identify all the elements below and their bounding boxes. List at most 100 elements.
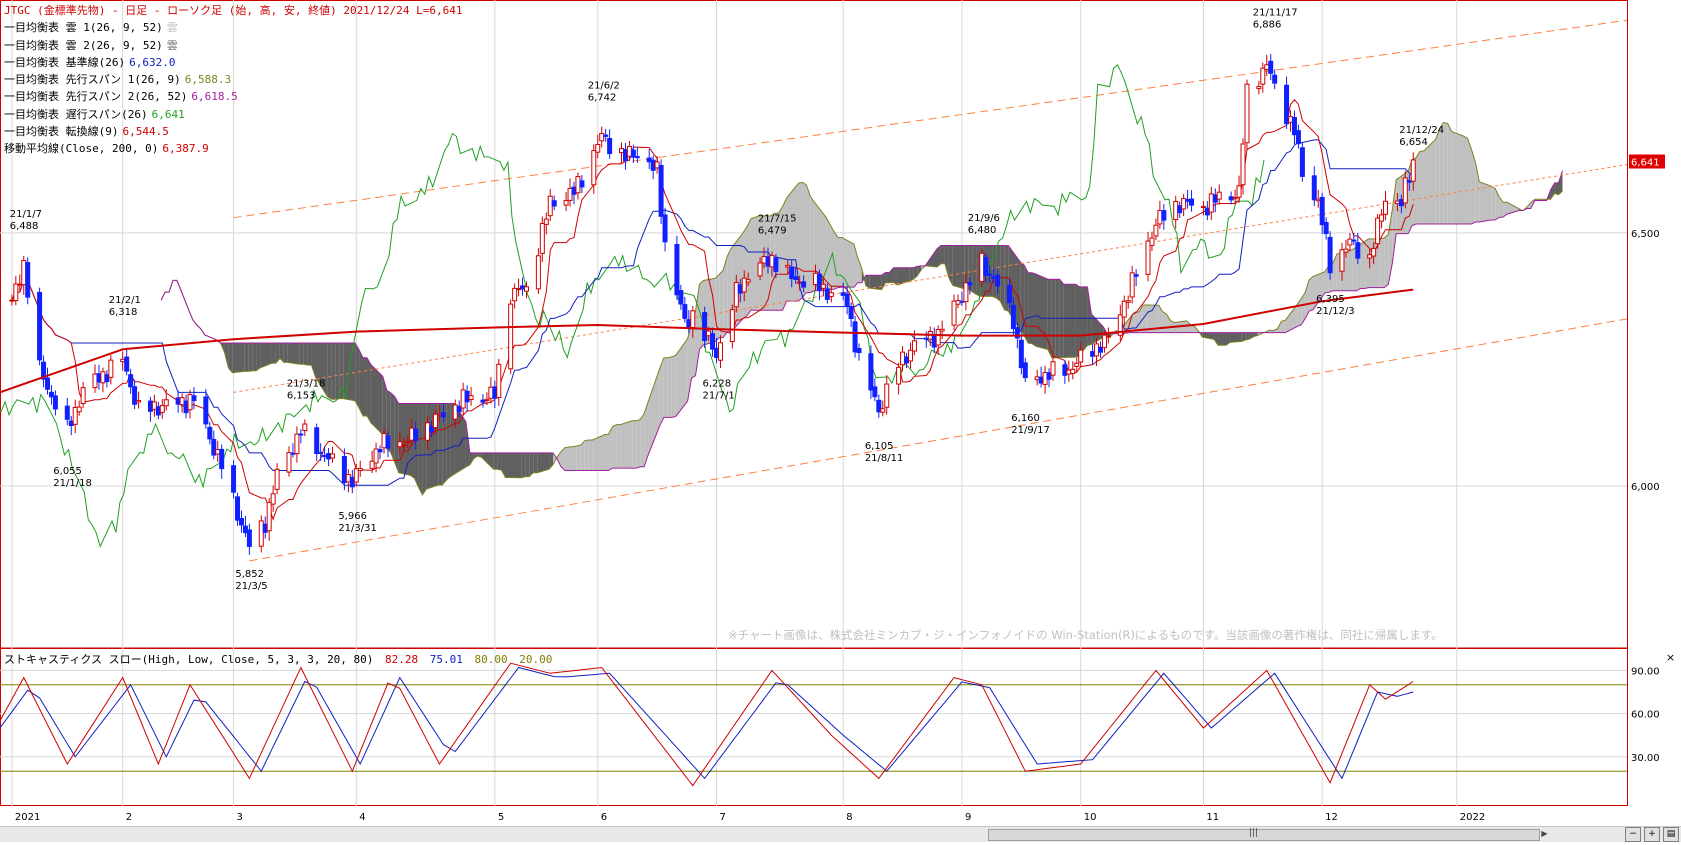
candle-down xyxy=(773,257,779,272)
ichimoku-cloud-segment xyxy=(584,439,589,471)
zoom-in-icon[interactable]: + xyxy=(1644,827,1660,842)
candle-down xyxy=(25,262,31,298)
candle-up xyxy=(745,279,751,283)
zoom-fit-icon[interactable]: ▤ xyxy=(1663,827,1679,842)
ichimoku-cloud-segment xyxy=(1035,274,1048,350)
candle-down xyxy=(710,333,716,350)
candle-down xyxy=(571,186,577,195)
close-subchart-icon[interactable]: × xyxy=(1665,652,1676,663)
candle-up xyxy=(733,282,739,308)
candle-up xyxy=(215,449,221,455)
x-tick-label: 2021 xyxy=(15,812,40,823)
ichimoku-cloud-segment xyxy=(885,272,890,283)
ichimoku-cloud-segment xyxy=(248,343,253,372)
legend-row-kijun: 一目均衡表 基準線(26) 6,632.0 xyxy=(4,54,463,71)
candle-down xyxy=(1161,210,1167,221)
ichimoku-cloud-segment xyxy=(1087,286,1092,346)
zoom-out-icon[interactable]: − xyxy=(1625,827,1641,842)
candle-up xyxy=(761,256,767,264)
candle-down xyxy=(183,400,189,414)
legend-label-cloud1: 一目均衡表 雲 1(26, 9, 52) xyxy=(4,21,163,35)
candle-down xyxy=(824,288,830,300)
ichimoku-cloud-segment xyxy=(620,420,633,469)
candle-up xyxy=(1315,198,1321,202)
ichimoku-cloud-segment xyxy=(952,245,965,289)
scrollbar-thumb[interactable]: ||| xyxy=(988,828,1540,841)
candle-down xyxy=(1311,175,1317,201)
candle-up xyxy=(939,328,945,332)
candle-up xyxy=(963,282,969,303)
candle-down xyxy=(987,273,993,276)
annotation-price: 5,966 xyxy=(338,511,367,522)
candle-up xyxy=(357,467,363,472)
ichimoku-cloud-segment xyxy=(1214,332,1219,346)
candle-down xyxy=(322,454,328,458)
ichimoku-cloud-segment xyxy=(1024,265,1029,344)
x-tick-label: 12 xyxy=(1325,812,1338,823)
x-tick-label: 2022 xyxy=(1460,812,1485,823)
ichimoku-cloud-segment xyxy=(1491,186,1496,221)
ichimoku-cloud-segment xyxy=(299,343,304,365)
candle-up xyxy=(1402,177,1408,204)
ichimoku-cloud-segment xyxy=(750,217,755,311)
scroll-right-arrow-icon[interactable]: ▶ xyxy=(1540,829,1549,839)
candle-up xyxy=(460,389,466,409)
ichimoku-cloud-segment xyxy=(604,434,609,471)
ichimoku-cloud-segment xyxy=(327,343,332,400)
candle-down xyxy=(646,157,652,163)
candle-down xyxy=(1398,199,1404,207)
ichimoku-cloud-segment xyxy=(271,343,276,364)
ichimoku-cloud-segment xyxy=(1435,127,1440,224)
candle-up xyxy=(409,427,415,441)
candle-up xyxy=(373,448,379,464)
candle-down xyxy=(801,281,807,288)
annotation-date: 21/8/11 xyxy=(865,453,904,464)
candle-up xyxy=(1145,240,1151,275)
candle-down xyxy=(464,390,470,403)
candle-down xyxy=(1228,196,1234,201)
candle-up xyxy=(1173,200,1179,221)
x-tick-label: 5 xyxy=(498,812,504,823)
candle-down xyxy=(551,200,557,207)
ichimoku-cloud-segment xyxy=(1218,332,1223,346)
candle-up xyxy=(452,404,458,420)
candle-down xyxy=(674,244,680,296)
candle-down xyxy=(219,448,225,470)
candle-down xyxy=(326,453,332,460)
candle-up xyxy=(159,405,165,413)
candle-up xyxy=(523,286,529,292)
candle-down xyxy=(1204,207,1210,216)
candle-up xyxy=(302,423,308,432)
annotation-date: 21/7/15 xyxy=(758,214,797,225)
x-tick-label: 6 xyxy=(601,812,607,823)
candle-down xyxy=(872,386,878,398)
ichimoku-cloud-segment xyxy=(525,452,530,477)
candle-down xyxy=(1022,362,1028,379)
ichimoku-cloud-segment xyxy=(659,357,664,426)
candle-up xyxy=(120,358,126,363)
ichimoku-cloud-segment xyxy=(343,343,356,401)
ichimoku-cloud-segment xyxy=(398,403,411,476)
candle-down xyxy=(848,306,854,320)
candle-up xyxy=(488,386,494,399)
x-tick-label: 7 xyxy=(720,812,726,823)
ichimoku-cloud-segment xyxy=(826,217,831,291)
candle-up xyxy=(436,413,442,416)
x-tick-label: 11 xyxy=(1206,812,1219,823)
ichimoku-cloud-segment xyxy=(1222,332,1226,346)
candle-up xyxy=(1078,349,1084,363)
candle-down xyxy=(104,374,110,382)
candle-up xyxy=(1042,372,1048,385)
candle-down xyxy=(155,406,161,416)
annotation-price: 6,480 xyxy=(968,225,997,236)
candle-up xyxy=(9,299,15,302)
candle-down xyxy=(242,525,248,534)
candle-up xyxy=(17,283,23,286)
ichimoku-cloud-segment xyxy=(632,420,637,469)
legend-row-tenkan: 一目均衡表 転換線(9) 6,544.5 xyxy=(4,123,463,140)
ichimoku-cloud-segment xyxy=(497,452,502,471)
annotation-price: 6,395 xyxy=(1316,294,1345,305)
candle-up xyxy=(1264,64,1270,71)
horizontal-scrollbar[interactable]: ◀ ||| ▶ − + ▤ xyxy=(0,826,1681,842)
ichimoku-cloud-segment xyxy=(509,452,522,478)
